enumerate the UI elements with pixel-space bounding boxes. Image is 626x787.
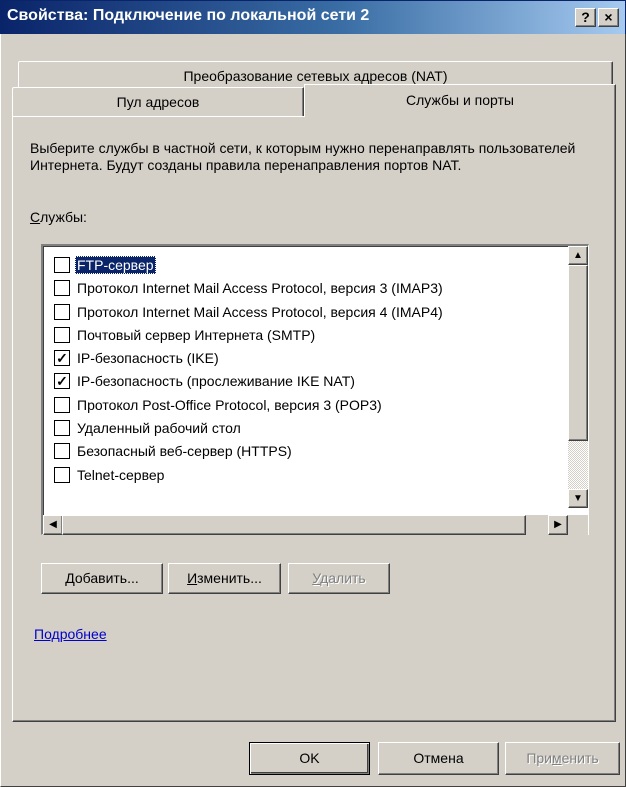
vertical-scroll-thumb[interactable]	[568, 265, 588, 441]
services-label: Службы:	[30, 209, 87, 225]
list-item-label: Почтовый сервер Интернета (SMTP)	[77, 326, 316, 343]
scroll-left-icon[interactable]: ◀	[43, 515, 63, 535]
cancel-button[interactable]: Отмена	[378, 742, 499, 775]
scroll-corner	[568, 515, 588, 535]
list-item[interactable]: Удаленный рабочий стол	[51, 417, 567, 440]
list-item-label: Удаленный рабочий стол	[77, 420, 241, 437]
window-title: Свойства: Подключение по локальной сети …	[7, 7, 370, 24]
title-bar[interactable]: Свойства: Подключение по локальной сети …	[0, 0, 626, 34]
list-item[interactable]: ✓ IP-безопасность (IKE)	[51, 347, 567, 370]
checkbox[interactable]	[54, 443, 70, 460]
services-list[interactable]: FTP-сервер Протокол Internet Mail Access…	[41, 244, 589, 535]
delete-button[interactable]: Удалить	[288, 563, 390, 594]
list-item-label: IP-безопасность (IKE)	[77, 350, 219, 367]
checkbox[interactable]	[54, 396, 70, 413]
help-button[interactable]: ?	[575, 8, 596, 27]
list-item[interactable]: Протокол Internet Mail Access Protocol, …	[51, 277, 567, 300]
checkbox[interactable]	[54, 420, 70, 437]
list-item-label: Безопасный веб-сервер (HTTPS)	[77, 443, 292, 460]
list-item-label: Протокол Internet Mail Access Protocol, …	[77, 303, 443, 320]
tab-services-and-ports[interactable]: Службы и порты	[304, 84, 616, 117]
list-item-label: Telnet-сервер	[77, 466, 165, 483]
horizontal-scroll-thumb[interactable]	[62, 515, 526, 535]
list-item-label: Протокол Post-Office Protocol, версия 3 …	[77, 396, 382, 413]
list-item[interactable]: Протокол Internet Mail Access Protocol, …	[51, 301, 567, 324]
edit-button[interactable]: Изменить...	[168, 563, 281, 594]
checkbox-checked[interactable]: ✓	[54, 350, 70, 367]
horizontal-scrollbar[interactable]: ◀ ▶	[43, 515, 568, 535]
checkbox[interactable]	[54, 280, 70, 297]
ok-button[interactable]: OK	[249, 742, 370, 775]
checkbox[interactable]	[54, 257, 70, 273]
apply-button[interactable]: Применить	[505, 742, 620, 775]
add-button[interactable]: Добавить...	[41, 563, 163, 594]
services-rows: FTP-сервер Протокол Internet Mail Access…	[51, 254, 567, 487]
description-text: Выберите службы в частной сети, к которы…	[30, 140, 576, 173]
more-info-link[interactable]: Подробнее	[34, 626, 107, 642]
scroll-up-icon[interactable]: ▲	[568, 246, 588, 265]
tab-address-pool[interactable]: Пул адресов	[12, 87, 304, 117]
checkbox[interactable]	[54, 303, 70, 320]
checkbox-checked[interactable]: ✓	[54, 373, 70, 390]
vertical-scrollbar[interactable]: ▲ ▼	[568, 246, 588, 508]
list-item[interactable]: Безопасный веб-сервер (HTTPS)	[51, 440, 567, 463]
list-item[interactable]: FTP-сервер	[51, 254, 567, 277]
list-item-label: Протокол Internet Mail Access Protocol, …	[77, 280, 443, 297]
scroll-down-icon[interactable]: ▼	[568, 489, 588, 508]
checkbox[interactable]	[54, 326, 70, 343]
list-item-label: FTP-сервер	[75, 256, 156, 274]
checkbox[interactable]	[54, 466, 70, 483]
list-item[interactable]: Telnet-сервер	[51, 464, 567, 487]
list-item[interactable]: ✓ IP-безопасность (прослеживание IKE NAT…	[51, 370, 567, 393]
vertical-scroll-track[interactable]	[568, 441, 588, 489]
list-item[interactable]: Протокол Post-Office Protocol, версия 3 …	[51, 394, 567, 417]
scroll-right-icon[interactable]: ▶	[548, 515, 568, 535]
list-item-label: IP-безопасность (прослеживание IKE NAT)	[77, 373, 355, 390]
close-button[interactable]: ×	[598, 8, 619, 27]
list-item[interactable]: Почтовый сервер Интернета (SMTP)	[51, 324, 567, 347]
